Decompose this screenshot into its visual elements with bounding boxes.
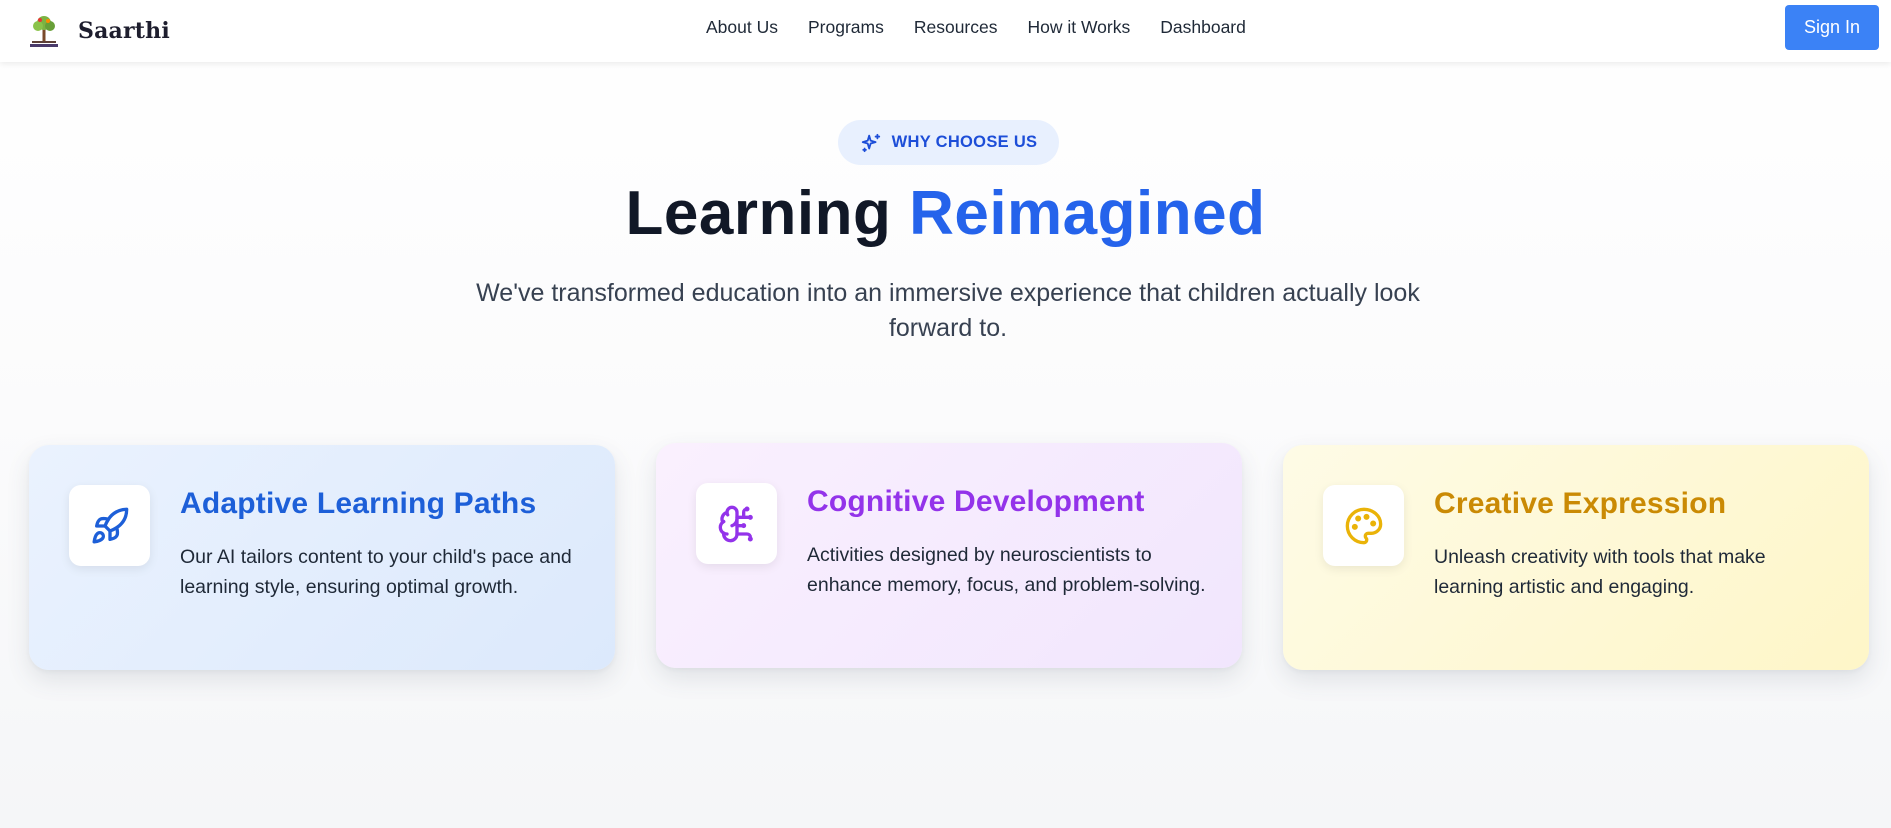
- feature-card-adaptive: Adaptive Learning Paths Our AI tailors c…: [29, 445, 615, 670]
- palette-icon: [1345, 507, 1382, 544]
- icon-box: [69, 485, 150, 566]
- feature-card-cognitive: Cognitive Development Activities designe…: [656, 443, 1242, 668]
- feature-description: Unleash creativity with tools that make …: [1434, 546, 1766, 598]
- nav-resources[interactable]: Resources: [914, 17, 998, 38]
- feature-title: Adaptive Learning Paths: [180, 487, 537, 520]
- icon-box: [696, 483, 777, 564]
- nav-programs[interactable]: Programs: [808, 17, 884, 38]
- sparkles-icon: [861, 133, 880, 152]
- feature-card-creative: Creative Expression Unleash creativity w…: [1283, 445, 1869, 670]
- feature-description: Our AI tailors content to your child's p…: [180, 546, 572, 598]
- icon-box: [1323, 485, 1404, 566]
- logo-icon: [30, 16, 58, 47]
- sign-in-button[interactable]: Sign In: [1785, 5, 1879, 50]
- main-nav: About Us Programs Resources How it Works…: [706, 0, 1276, 54]
- rocket-icon: [92, 507, 128, 543]
- nav-about-us[interactable]: About Us: [706, 17, 778, 38]
- page-title: Learning Reimagined: [0, 178, 1891, 249]
- brand-name: Saarthi: [78, 18, 170, 44]
- brain-icon: [718, 505, 753, 542]
- hero-subtitle: We've transformed education into an imme…: [476, 279, 1420, 342]
- feature-title: Creative Expression: [1434, 487, 1727, 520]
- brand[interactable]: Saarthi: [26, 13, 170, 49]
- title-accent: Reimagined: [909, 179, 1266, 248]
- nav-dashboard[interactable]: Dashboard: [1160, 17, 1246, 38]
- feature-description: Activities designed by neuroscientists t…: [807, 544, 1206, 596]
- feature-title: Cognitive Development: [807, 485, 1145, 518]
- badge-label: WHY CHOOSE US: [891, 133, 1038, 151]
- title-main: Learning: [625, 179, 892, 248]
- section-badge: WHY CHOOSE US: [838, 120, 1059, 165]
- nav-how-it-works[interactable]: How it Works: [1028, 17, 1131, 38]
- navbar: Saarthi About Us Programs Resources How …: [0, 0, 1891, 62]
